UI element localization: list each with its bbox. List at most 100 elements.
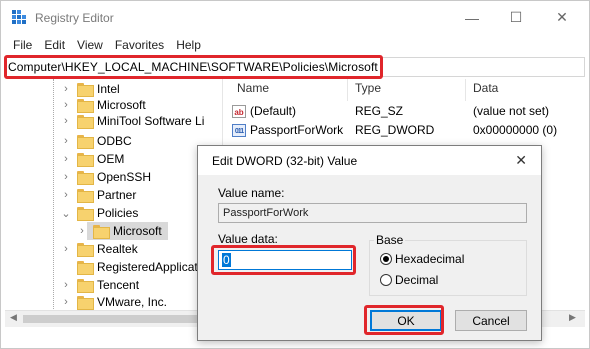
tree-item-openssh[interactable]: › OpenSSH (61, 167, 151, 187)
value-type: REG_DWORD (355, 123, 435, 137)
tree-guide-line (53, 79, 54, 327)
tree-item-label: VMware, Inc. (97, 295, 168, 309)
radio-unselected-icon[interactable] (380, 274, 392, 286)
menu-view[interactable]: View (71, 36, 109, 56)
minimize-button[interactable]: — (449, 1, 495, 34)
menu-favorites[interactable]: Favorites (109, 36, 170, 56)
chevron-down-icon[interactable]: ⌄ (61, 207, 71, 220)
tree-item-registeredapplications[interactable]: RegisteredApplicatic (61, 257, 206, 277)
scrollbar-thumb[interactable] (23, 315, 219, 323)
ok-highlight-box (364, 305, 444, 335)
maximize-button[interactable]: ☐ (493, 1, 539, 34)
registry-tree: › Intel › Microsoft › MiniTool Software … (5, 79, 223, 327)
scroll-left-icon[interactable]: ◀ (10, 312, 17, 323)
address-highlight-box (4, 55, 383, 79)
column-divider[interactable] (465, 79, 466, 101)
folder-icon (77, 99, 94, 113)
chevron-right-icon[interactable]: › (61, 279, 71, 291)
chevron-right-icon[interactable]: › (61, 171, 71, 183)
folder-icon (77, 115, 94, 129)
tree-item-realtek[interactable]: › Realtek (61, 239, 138, 259)
base-label: Base (374, 233, 406, 247)
radio-hexadecimal[interactable]: Hexadecimal (380, 252, 464, 266)
tree-item-odbc[interactable]: › ODBC (61, 131, 132, 151)
tree-item-label: ODBC (97, 134, 132, 148)
value-type: REG_SZ (355, 104, 404, 118)
chevron-right-icon[interactable]: › (61, 153, 71, 165)
close-button[interactable]: ✕ (539, 1, 585, 34)
menu-bar: File Edit View Favorites Help (1, 36, 207, 56)
value-name: (Default) (250, 104, 297, 118)
dialog-close-icon[interactable]: ✕ (515, 152, 527, 169)
folder-icon (77, 189, 94, 203)
folder-icon (77, 83, 94, 97)
window-title: Registry Editor (35, 11, 114, 25)
tree-item-vmware[interactable]: › VMware, Inc. (61, 292, 167, 312)
selected-key[interactable]: Microsoft (87, 222, 168, 240)
value-row-passportforwork[interactable]: 011 PassportForWork (232, 121, 343, 139)
column-header-data[interactable]: Data (473, 81, 498, 101)
cancel-button[interactable]: Cancel (455, 310, 527, 331)
value-data: 0x00000000 (0) (473, 123, 558, 137)
radio-label: Hexadecimal (395, 252, 465, 266)
folder-icon (77, 207, 94, 221)
folder-icon (77, 261, 94, 275)
chevron-right-icon[interactable]: › (61, 115, 71, 127)
tree-item-minitool[interactable]: › MiniTool Software Li (61, 111, 204, 131)
folder-icon (77, 135, 94, 149)
chevron-right-icon[interactable]: › (61, 243, 71, 255)
tree-item-oem[interactable]: › OEM (61, 149, 124, 169)
tree-item-label: Policies (97, 206, 139, 220)
value-data-highlight-box (211, 245, 356, 275)
value-data-label: Value data: (218, 232, 278, 246)
title-bar: Registry Editor — ☐ ✕ (1, 1, 589, 34)
tree-item-label: Microsoft (97, 98, 146, 112)
tree-item-label: RegisteredApplicatic (97, 260, 207, 274)
binary-value-icon: 011 (232, 123, 246, 137)
tree-item-label: MiniTool Software Li (97, 114, 205, 128)
tree-item-policies-microsoft[interactable]: › Microsoft (77, 221, 168, 241)
value-data: (value not set) (473, 104, 550, 118)
chevron-right-icon[interactable]: › (61, 83, 71, 95)
column-header-name[interactable]: Name (237, 81, 269, 101)
chevron-right-icon[interactable]: › (61, 99, 71, 111)
value-name-field: PassportForWork (218, 203, 527, 223)
tree-item-label: Realtek (97, 242, 138, 256)
tree-item-label: Tencent (97, 278, 140, 292)
edit-dword-dialog: Edit DWORD (32-bit) Value ✕ Value name: … (197, 145, 542, 341)
tree-item-policies[interactable]: ⌄ Policies (61, 203, 138, 223)
chevron-right-icon[interactable]: › (61, 135, 71, 147)
string-value-icon: ab (232, 104, 246, 118)
radio-label: Decimal (395, 273, 439, 287)
tree-item-label: Partner (97, 188, 137, 202)
chevron-right-icon[interactable]: › (61, 296, 71, 308)
scroll-right-icon[interactable]: ▶ (569, 312, 576, 323)
value-row-default[interactable]: ab (Default) (232, 102, 296, 120)
column-header-type[interactable]: Type (355, 81, 381, 101)
value-name-label: Value name: (218, 186, 285, 200)
radio-decimal[interactable]: Decimal (380, 273, 438, 287)
menu-file[interactable]: File (1, 36, 38, 56)
folder-icon (93, 225, 110, 239)
base-groupbox (369, 240, 527, 296)
folder-icon (77, 243, 94, 257)
column-divider[interactable] (347, 79, 348, 101)
folder-icon (77, 279, 94, 293)
tree-item-label: OEM (97, 152, 125, 166)
registry-editor-window: Registry Editor — ☐ ✕ File Edit View Fav… (0, 0, 590, 349)
tree-item-label: OpenSSH (97, 170, 152, 184)
folder-icon (77, 153, 94, 167)
tree-item-partner[interactable]: › Partner (61, 185, 136, 205)
tree-item-label: Microsoft (113, 224, 162, 238)
chevron-right-icon[interactable]: › (61, 189, 71, 201)
dialog-title: Edit DWORD (32-bit) Value (212, 154, 358, 168)
radio-selected-icon[interactable] (380, 253, 392, 265)
menu-help[interactable]: Help (170, 36, 207, 56)
folder-icon (77, 171, 94, 185)
dialog-title-bar: Edit DWORD (32-bit) Value ✕ (198, 146, 541, 175)
folder-icon (77, 296, 94, 310)
chevron-right-icon[interactable]: › (77, 225, 87, 237)
value-name: PassportForWork (250, 123, 344, 137)
menu-edit[interactable]: Edit (38, 36, 71, 56)
registry-app-icon (12, 10, 26, 24)
